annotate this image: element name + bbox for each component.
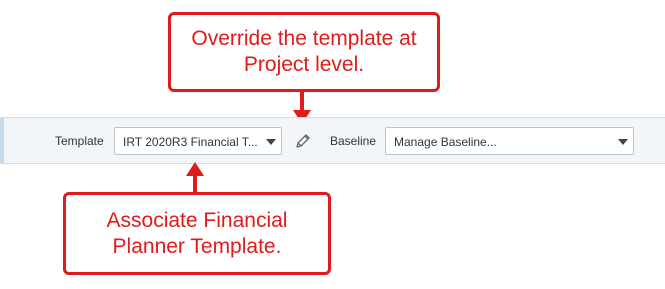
baseline-select-value: Manage Baseline...	[394, 135, 497, 149]
baseline-select[interactable]: Manage Baseline...	[385, 127, 634, 155]
pencil-icon[interactable]	[293, 131, 313, 151]
template-select[interactable]: IRT 2020R3 Financial T...	[114, 127, 282, 155]
arrow-override-line	[300, 92, 304, 112]
toolbar-accent	[0, 118, 4, 163]
callout-override-text: Override the template at Project level.	[191, 27, 417, 76]
arrow-associate-line	[193, 175, 197, 193]
callout-associate-template: Associate Financial Planner Template.	[63, 192, 331, 275]
chevron-down-icon	[266, 139, 276, 145]
chevron-down-icon	[618, 139, 628, 145]
arrow-associate-head	[186, 162, 204, 176]
callout-override-template: Override the template at Project level.	[168, 12, 440, 92]
template-select-value: IRT 2020R3 Financial T...	[123, 135, 258, 149]
baseline-label: Baseline	[330, 134, 377, 148]
project-toolbar: Template IRT 2020R3 Financial T... Basel…	[0, 117, 665, 164]
template-label: Template	[55, 134, 104, 148]
callout-associate-text: Associate Financial Planner Template.	[106, 208, 288, 258]
